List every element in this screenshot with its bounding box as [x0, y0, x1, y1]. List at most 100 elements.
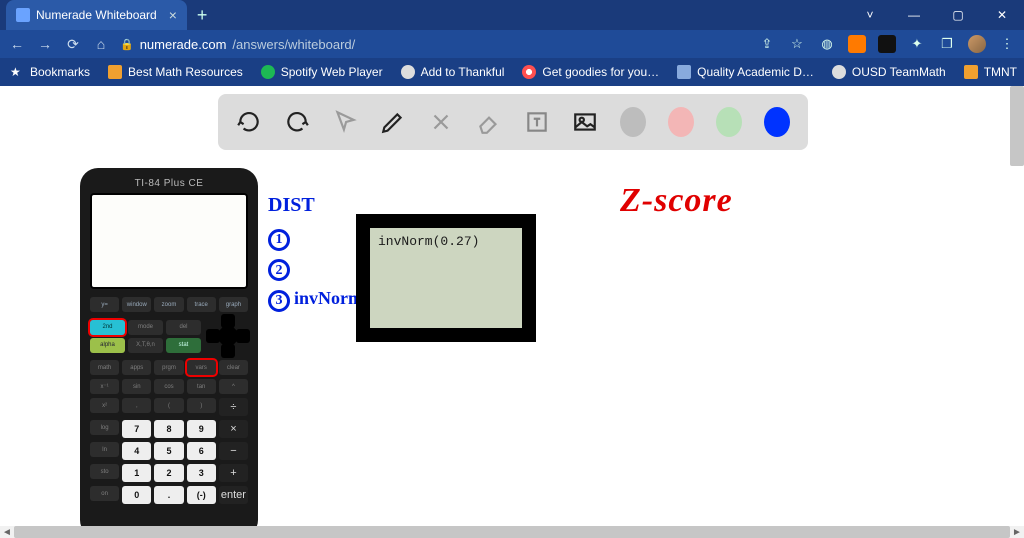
step-3-label: invNorm [294, 288, 363, 308]
close-window-button[interactable]: ✕ [980, 0, 1024, 30]
maximize-button[interactable]: ▢ [936, 0, 980, 30]
bookmarks-bar: ★Bookmarks Best Math Resources Spotify W… [0, 58, 1024, 86]
scroll-thumb[interactable] [14, 526, 1010, 538]
calc-key: − [219, 442, 248, 460]
calc-key: math [90, 360, 119, 375]
bookmark-label: Get goodies for you… [542, 65, 659, 79]
bookmark-label: Spotify Web Player [281, 65, 383, 79]
browser-titlebar: Numerade Whiteboard × + ˅ — ▢ ✕ [0, 0, 1024, 30]
calc-key: ÷ [219, 398, 248, 416]
bookmark-item[interactable]: TMNT [964, 65, 1017, 79]
calc-key: ^ [219, 379, 248, 394]
calc-key: (-) [187, 486, 216, 504]
calc-key: 7 [122, 420, 151, 438]
calc-key: X,T,θ,n [128, 338, 163, 353]
calc-key: window [122, 297, 151, 312]
profile-avatar[interactable] [968, 35, 986, 53]
ext-n-icon[interactable] [848, 35, 866, 53]
eraser-tool[interactable] [476, 107, 502, 137]
calculator-image: TI-84 Plus CE y=windowzoomtracegraph 2nd… [80, 168, 258, 538]
horizontal-scrollbar[interactable]: ◄ ► [0, 526, 1024, 538]
menu-icon[interactable]: ⋮ [998, 35, 1016, 53]
star-icon: ★ [10, 65, 24, 79]
image-tool[interactable] [572, 107, 598, 137]
bookmark-label: Best Math Resources [128, 65, 243, 79]
scroll-left-icon[interactable]: ◄ [0, 527, 14, 538]
calc-key: 3 [187, 464, 216, 482]
forward-button[interactable]: → [36, 36, 54, 52]
tools-button[interactable] [428, 107, 454, 137]
calc-key: 2 [154, 464, 183, 482]
scroll-right-icon[interactable]: ► [1010, 527, 1024, 538]
calc-dpad [208, 316, 248, 356]
puzzle-icon[interactable]: ❐ [938, 35, 956, 53]
calc-key: , [122, 398, 151, 413]
calc-key: + [219, 464, 248, 482]
handwriting-zscore: Z-score [620, 182, 733, 220]
circle-icon [832, 65, 846, 79]
calc-key: alpha [90, 338, 125, 353]
bookmark-item[interactable]: Best Math Resources [108, 65, 243, 79]
whiteboard-toolbar [218, 94, 808, 150]
pen-tool[interactable] [380, 107, 406, 137]
calc-key-2nd: 2nd [90, 320, 125, 335]
bookmark-star-icon[interactable]: ☆ [788, 35, 806, 53]
vertical-scrollbar[interactable] [1010, 86, 1024, 166]
url-field[interactable]: 🔒 numerade.com /answers/whiteboard/ [120, 37, 748, 52]
calc-key: prgm [154, 360, 183, 375]
pointer-tool[interactable] [332, 107, 358, 137]
browser-tab[interactable]: Numerade Whiteboard × [6, 0, 187, 30]
bookmark-label: OUSD TeamMath [852, 65, 946, 79]
bookmark-item[interactable]: Get goodies for you… [522, 65, 659, 79]
address-bar: ← → ⟳ ⌂ 🔒 numerade.com /answers/whiteboa… [0, 30, 1024, 58]
back-button[interactable]: ← [8, 36, 26, 52]
minimize-button[interactable]: — [892, 0, 936, 30]
close-tab-icon[interactable]: × [169, 7, 177, 23]
new-tab-button[interactable]: + [197, 5, 208, 26]
undo-button[interactable] [236, 107, 262, 137]
calc-key: cos [154, 379, 183, 394]
text-tool[interactable] [524, 107, 550, 137]
url-path: /answers/whiteboard/ [232, 37, 355, 52]
color-gray[interactable] [620, 107, 646, 137]
extensions-icon[interactable]: ✦ [908, 35, 926, 53]
calc-output-line: invNorm(0.27) [378, 234, 514, 249]
bookmark-item[interactable]: Spotify Web Player [261, 65, 383, 79]
calc-key: 6 [187, 442, 216, 460]
calc-key: . [154, 486, 183, 504]
calc-key: on [90, 486, 119, 501]
calc-output-screenshot: invNorm(0.27) [356, 214, 536, 342]
color-pink[interactable] [668, 107, 694, 137]
chevron-down-icon[interactable]: ˅ [848, 0, 892, 30]
ext-steam-icon[interactable] [878, 35, 896, 53]
calc-key: 8 [154, 420, 183, 438]
calc-key: ( [154, 398, 183, 413]
bookmark-item[interactable]: Add to Thankful [401, 65, 505, 79]
circle-icon [401, 65, 415, 79]
calc-key: zoom [154, 297, 183, 312]
spotify-icon [261, 65, 275, 79]
color-blue[interactable] [764, 107, 790, 137]
calculator-screen [90, 193, 248, 289]
calc-output-screen: invNorm(0.27) [370, 228, 522, 328]
calc-key: enter [219, 486, 248, 504]
handwriting-steps: DIST 1 2 3invNorm [268, 188, 363, 314]
share-icon[interactable]: ⇪ [758, 35, 776, 53]
bookmark-item[interactable]: Quality Academic D… [677, 65, 814, 79]
bookmark-item[interactable]: ★Bookmarks [10, 65, 90, 79]
color-green[interactable] [716, 107, 742, 137]
bookmark-item[interactable]: OUSD TeamMath [832, 65, 946, 79]
bookmark-label: TMNT [984, 65, 1017, 79]
calc-key: trace [187, 297, 216, 312]
step-2: 2 [268, 253, 363, 284]
folder-icon [108, 65, 122, 79]
ext-globe-icon[interactable]: ◍ [818, 35, 836, 53]
redo-button[interactable] [284, 107, 310, 137]
whiteboard-canvas[interactable]: TI-84 Plus CE y=windowzoomtracegraph 2nd… [0, 86, 1024, 538]
chrome-icon [522, 65, 536, 79]
home-button[interactable]: ⌂ [92, 36, 110, 52]
window-controls: ˅ — ▢ ✕ [848, 0, 1024, 30]
calc-key: 0 [122, 486, 151, 504]
reload-button[interactable]: ⟳ [64, 36, 82, 53]
step-3: 3invNorm [268, 283, 363, 314]
